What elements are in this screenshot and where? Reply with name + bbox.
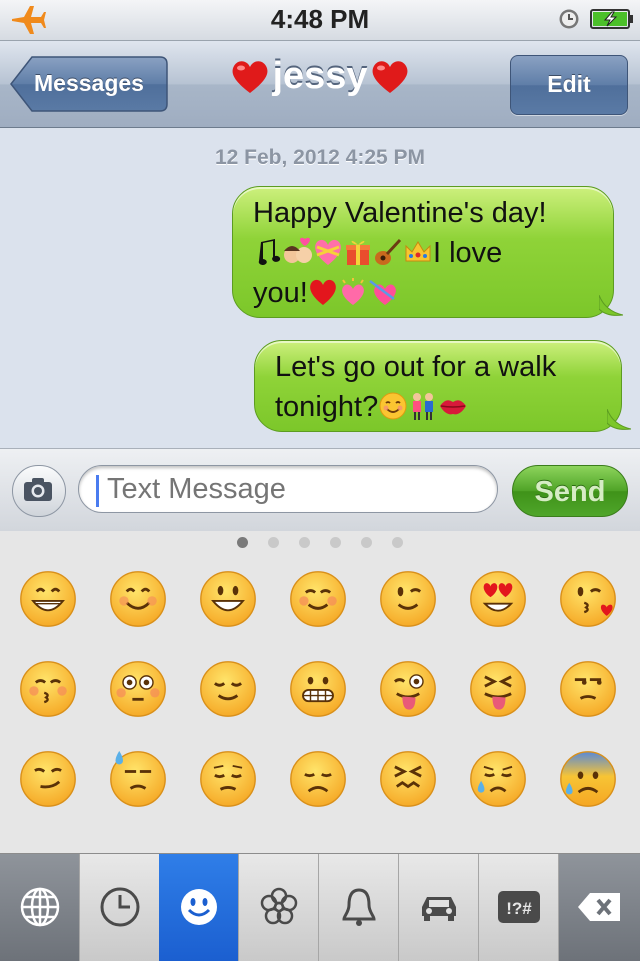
- message-bubble[interactable]: Happy Valentine's day! I love you!: [232, 186, 623, 318]
- tab-objects[interactable]: [319, 854, 399, 961]
- bell-icon: [342, 888, 376, 926]
- messages-back-button[interactable]: Messages: [10, 55, 168, 113]
- cold-sweat-emoji[interactable]: [558, 749, 618, 809]
- page-dot: [237, 537, 248, 548]
- pensive-emoji[interactable]: [198, 749, 258, 809]
- grimacing-emoji[interactable]: [288, 659, 348, 719]
- message-text: Happy Valentine's day!: [253, 197, 547, 229]
- status-time: 4:48 PM: [270, 4, 370, 34]
- wink-emoji[interactable]: [378, 569, 438, 629]
- send-button[interactable]: Send: [512, 465, 628, 517]
- sweat-emoji[interactable]: [108, 749, 168, 809]
- heart-arrow-icon: [369, 280, 396, 305]
- tab-smileys[interactable]: [159, 854, 239, 961]
- page-dot: [299, 537, 310, 548]
- emoji-keyboard: [0, 531, 640, 853]
- grinning-emoji[interactable]: [18, 569, 78, 629]
- flushed-emoji[interactable]: [108, 659, 168, 719]
- page-dot: [361, 537, 372, 548]
- kissing-heart-emoji[interactable]: [558, 569, 618, 629]
- page-dot: [268, 537, 279, 548]
- edit-button-label: Edit: [547, 71, 591, 97]
- blush-emoji-icon: [379, 392, 407, 420]
- music-notes-icon: [258, 239, 281, 265]
- camera-button[interactable]: [12, 465, 66, 517]
- confounded-emoji[interactable]: [378, 749, 438, 809]
- car-icon: [422, 897, 456, 921]
- guitar-icon: [375, 238, 402, 265]
- alarm-icon: [559, 9, 579, 29]
- smirk-emoji[interactable]: [18, 749, 78, 809]
- globe-key[interactable]: [0, 854, 80, 961]
- message-text: tonight?: [275, 391, 379, 423]
- sparkling-heart-icon: [341, 278, 364, 305]
- unamused-emoji[interactable]: [558, 659, 618, 719]
- crown-icon: [405, 241, 431, 262]
- status-bar: 4:48 PM: [0, 0, 640, 41]
- camera-icon: [24, 478, 52, 501]
- tab-places[interactable]: [399, 854, 479, 961]
- nav-bar: Messages jessy Edit: [0, 41, 640, 128]
- bubble-tail: [607, 409, 631, 430]
- text-message-input[interactable]: [78, 465, 498, 513]
- back-button-label: Messages: [34, 70, 144, 96]
- delete-icon: [578, 893, 620, 921]
- smile-emoji[interactable]: [108, 569, 168, 629]
- text-cursor: [96, 475, 99, 507]
- page-dot: [392, 537, 403, 548]
- couple-kiss-icon: [284, 237, 312, 263]
- edit-button[interactable]: Edit: [510, 55, 628, 115]
- globe-icon: [20, 887, 60, 927]
- page-dot: [330, 537, 341, 548]
- heart-icon: [372, 60, 407, 93]
- red-heart-icon: [309, 279, 336, 305]
- conversation-title: jessy: [170, 55, 470, 98]
- contact-name: jessy: [272, 55, 368, 97]
- message-text: you!: [253, 277, 308, 309]
- page-indicator[interactable]: [0, 535, 640, 551]
- message-thread[interactable]: 12 Feb, 2012 4:25 PM Happy Valentine's d…: [0, 128, 640, 448]
- tab-symbols[interactable]: !?#: [479, 854, 559, 961]
- blush-emoji[interactable]: [288, 569, 348, 629]
- stuck-out-tongue-winking-emoji[interactable]: [378, 659, 438, 719]
- disappointed-relieved-emoji[interactable]: [468, 749, 528, 809]
- kissing-closed-eyes-emoji[interactable]: [18, 659, 78, 719]
- compose-bar: Send: [0, 448, 640, 532]
- flower-icon: [260, 887, 298, 925]
- couple-holding-hands-icon: [413, 393, 434, 420]
- message-text: I love: [433, 237, 503, 269]
- recent-clock-icon: [100, 887, 140, 927]
- emoji-category-bar: !?#: [0, 853, 640, 961]
- smiley-emoji[interactable]: [198, 569, 258, 629]
- message-timestamp: 12 Feb, 2012 4:25 PM: [214, 146, 426, 169]
- message-text: Let's go out for a walk: [275, 351, 557, 383]
- disappointed-emoji[interactable]: [288, 749, 348, 809]
- relieved-emoji[interactable]: [198, 659, 258, 719]
- kiss-lips-icon: [440, 400, 467, 415]
- heart-icon: [233, 60, 268, 93]
- delete-key[interactable]: [559, 854, 640, 961]
- tab-recent[interactable]: [80, 854, 160, 961]
- battery-charging-icon: [590, 9, 633, 29]
- stuck-out-tongue-closed-eyes-emoji[interactable]: [468, 659, 528, 719]
- heart-ribbon-icon: [315, 239, 341, 265]
- tab-nature[interactable]: [239, 854, 319, 961]
- symbols-icon: !?#: [498, 891, 540, 923]
- symbols-label: !?#: [506, 899, 532, 918]
- send-button-label: Send: [534, 476, 606, 508]
- heart-eyes-emoji[interactable]: [468, 569, 528, 629]
- message-bubble[interactable]: Let's go out for a walk tonight?: [254, 340, 631, 432]
- gift-icon: [346, 240, 370, 265]
- smiley-icon: [181, 889, 217, 925]
- bubble-tail: [599, 295, 623, 316]
